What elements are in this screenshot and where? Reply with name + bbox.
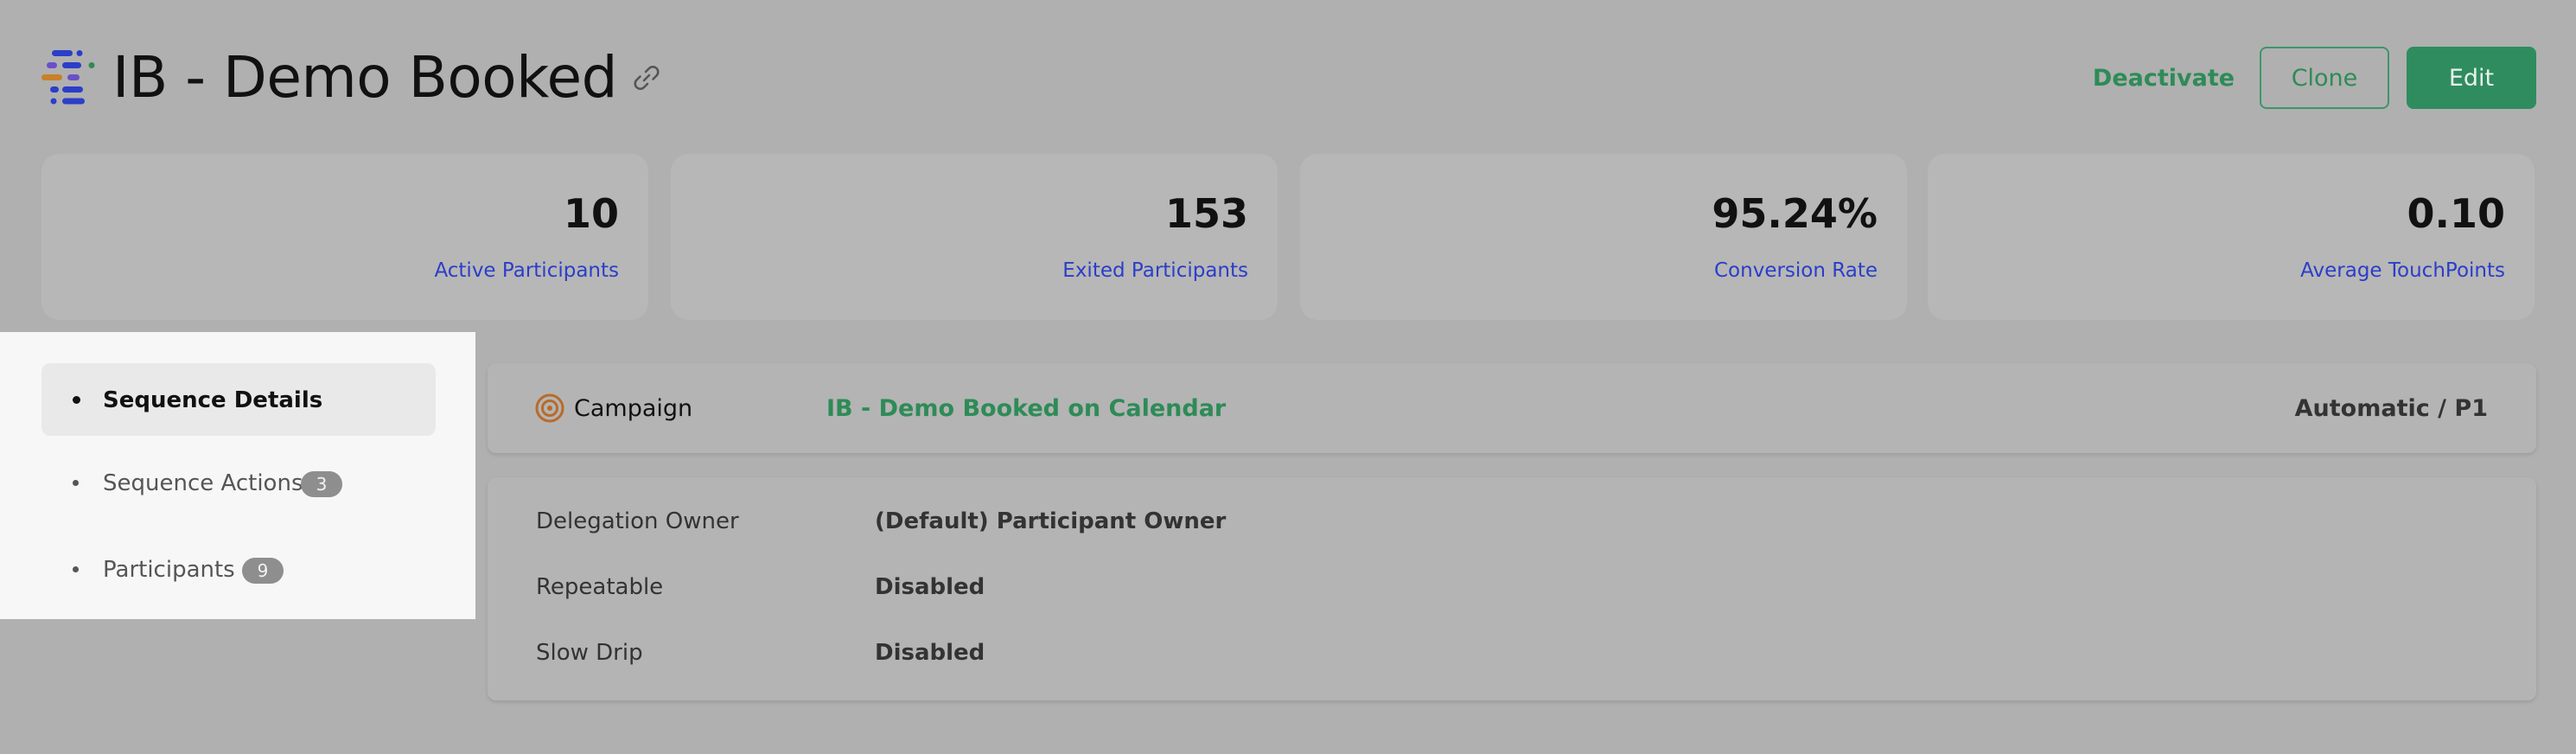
stat-card-exited-participants: 153 Exited Participants	[671, 154, 1278, 320]
page-header: IB - Demo Booked Deactivate Clone Edit	[0, 0, 2576, 156]
sequence-logo-icon	[41, 50, 95, 105]
detail-value: Disabled	[875, 574, 985, 600]
stat-value: 95.24%	[1712, 190, 1878, 237]
bullet-icon	[73, 566, 79, 572]
campaign-mode: Automatic / P1	[2294, 395, 2488, 422]
sidebar-item-label: Sequence Details	[103, 387, 323, 413]
edit-button[interactable]: Edit	[2407, 47, 2536, 109]
detail-row-delegation-owner: Delegation Owner (Default) Participant O…	[536, 508, 2438, 543]
details-card: Delegation Owner (Default) Participant O…	[488, 477, 2536, 700]
stat-label[interactable]: Exited Participants	[1062, 259, 1248, 282]
stat-label[interactable]: Average TouchPoints	[2300, 259, 2505, 282]
stat-label[interactable]: Active Participants	[434, 259, 619, 282]
stat-value: 0.10	[2407, 190, 2506, 237]
sidebar-item-sequence-actions[interactable]: Sequence Actions 3	[41, 446, 436, 519]
clone-button[interactable]: Clone	[2260, 47, 2389, 109]
detail-key: Delegation Owner	[536, 508, 739, 534]
stat-card-average-touchpoints: 0.10 Average TouchPoints	[1928, 154, 2535, 320]
campaign-label: Campaign	[574, 395, 693, 422]
detail-value: Disabled	[875, 640, 985, 666]
bullet-icon	[73, 480, 79, 486]
link-icon[interactable]	[629, 61, 664, 95]
stat-value: 10	[563, 190, 619, 237]
stat-label[interactable]: Conversion Rate	[1714, 259, 1878, 282]
detail-row-repeatable: Repeatable Disabled	[536, 574, 2438, 609]
detail-row-slow-drip: Slow Drip Disabled	[536, 640, 2438, 674]
target-icon	[535, 393, 564, 423]
count-badge: 9	[242, 558, 284, 584]
stat-card-active-participants: 10 Active Participants	[41, 154, 648, 320]
count-badge: 3	[301, 471, 342, 497]
campaign-card: Campaign IB - Demo Booked on Calendar Au…	[488, 363, 2536, 453]
sidebar-item-label: Sequence Actions	[103, 470, 303, 496]
detail-key: Slow Drip	[536, 640, 643, 666]
page-title: IB - Demo Booked	[112, 44, 618, 111]
stat-value: 153	[1164, 190, 1248, 237]
detail-value: (Default) Participant Owner	[875, 508, 1227, 534]
sidebar-item-label: Participants	[103, 557, 235, 583]
sidebar-item-sequence-details[interactable]: Sequence Details	[41, 363, 436, 436]
campaign-link[interactable]: IB - Demo Booked on Calendar	[826, 395, 1226, 422]
sidebar-item-participants[interactable]: Participants 9	[41, 533, 436, 605]
deactivate-button[interactable]: Deactivate	[2093, 47, 2235, 109]
stat-card-conversion-rate: 95.24% Conversion Rate	[1300, 154, 1907, 320]
bullet-icon	[73, 396, 80, 404]
detail-key: Repeatable	[536, 574, 664, 600]
